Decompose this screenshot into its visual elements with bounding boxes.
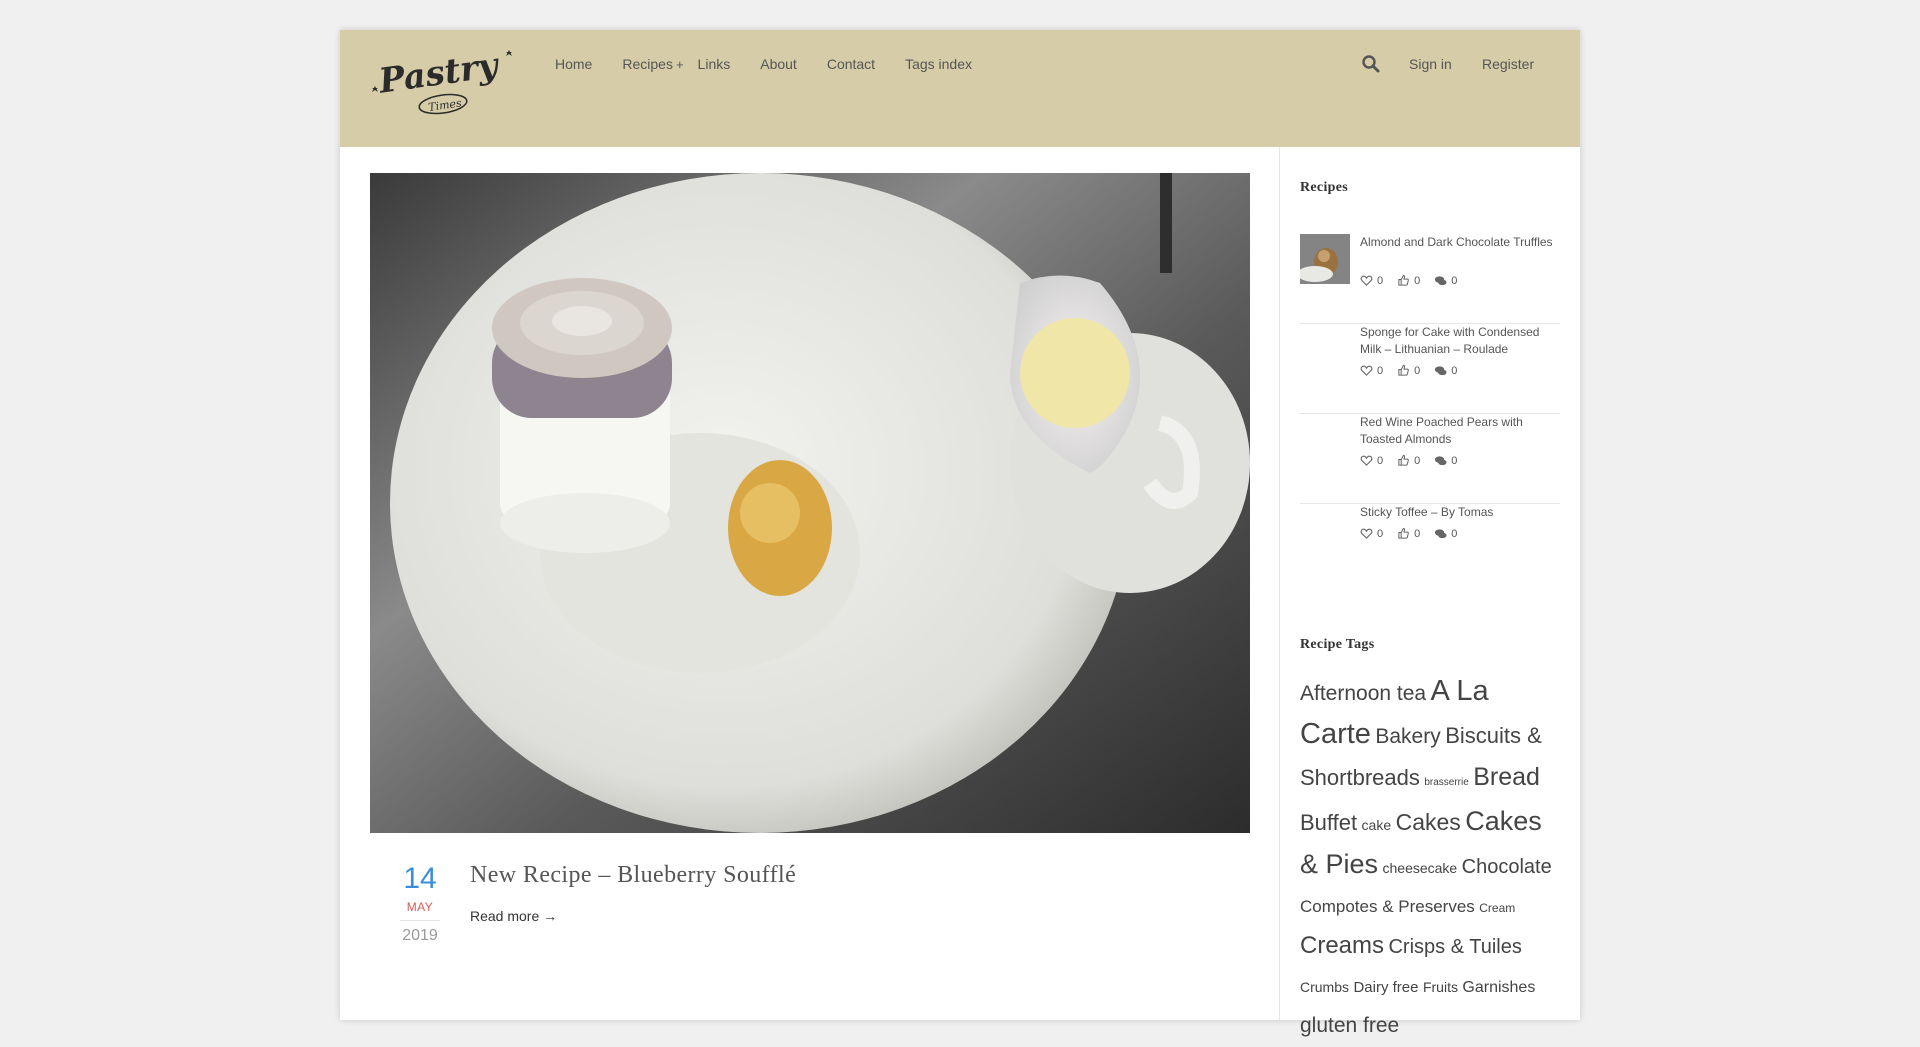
post-featured-image[interactable] bbox=[370, 173, 1250, 833]
post-title-link[interactable]: New Recipe – Blueberry Soufflé bbox=[470, 862, 796, 889]
likes-count: 0 bbox=[1377, 454, 1384, 467]
recipe-title-link[interactable]: Sponge for Cake with Condensed Milk – Li… bbox=[1360, 324, 1560, 358]
likes-count: 0 bbox=[1377, 364, 1384, 377]
tag-link[interactable]: Creams bbox=[1300, 932, 1384, 959]
tag-link[interactable]: Dairy free bbox=[1353, 979, 1418, 996]
thumbs-up-icon bbox=[1398, 364, 1409, 376]
tag-link[interactable]: Compotes & Preserves bbox=[1300, 897, 1475, 916]
truffles-photo-icon bbox=[1297, 234, 1350, 284]
comments-icon bbox=[1435, 366, 1447, 376]
thumbs-stat[interactable]: 0 bbox=[1397, 364, 1420, 377]
register-link[interactable]: Register bbox=[1482, 56, 1534, 72]
thumbs-count: 0 bbox=[1414, 274, 1421, 287]
tag-link[interactable]: Bread bbox=[1473, 763, 1540, 791]
comments-count: 0 bbox=[1451, 274, 1458, 287]
tag-link[interactable]: Cakes bbox=[1396, 809, 1461, 835]
page-container: Pastry Times Home Recipes + Links About C… bbox=[340, 30, 1580, 1037]
tag-link[interactable]: Crisps & Tuiles bbox=[1388, 936, 1521, 958]
nav-about[interactable]: About bbox=[760, 56, 797, 72]
svg-text:Times: Times bbox=[427, 96, 462, 114]
tag-link[interactable]: cake bbox=[1362, 817, 1392, 833]
svg-text:Pastry: Pastry bbox=[376, 45, 503, 102]
recipe-item: Almond and Dark Chocolate Truffles 0 0 0 bbox=[1297, 234, 1560, 324]
recipe-item: Red Wine Poached Pears with Toasted Almo… bbox=[1300, 414, 1560, 504]
recipe-stats: 0 0 0 bbox=[1360, 454, 1457, 467]
search-icon[interactable] bbox=[1361, 54, 1381, 74]
recipe-stats: 0 0 0 bbox=[1360, 364, 1457, 377]
tag-link[interactable]: Bakery bbox=[1375, 725, 1440, 748]
comments-stat[interactable]: 0 bbox=[1434, 454, 1457, 467]
thumbs-up-icon bbox=[1398, 527, 1409, 539]
recipe-stats: 0 0 0 bbox=[1360, 274, 1457, 287]
recipe-title-link[interactable]: Sticky Toffee – By Tomas bbox=[1360, 504, 1560, 521]
nav-tags-index[interactable]: Tags index bbox=[905, 56, 972, 72]
comments-icon bbox=[1435, 276, 1447, 286]
comments-stat[interactable]: 0 bbox=[1434, 274, 1457, 287]
recipes-widget-title: Recipes bbox=[1300, 180, 1348, 195]
post-date-month: MAY bbox=[406, 900, 434, 914]
pastry-times-logo-icon: Pastry Times bbox=[372, 45, 512, 115]
comments-count: 0 bbox=[1451, 364, 1458, 377]
likes-stat[interactable]: 0 bbox=[1360, 527, 1383, 540]
heart-icon bbox=[1360, 365, 1373, 376]
likes-count: 0 bbox=[1377, 527, 1384, 540]
tag-link[interactable]: Buffet bbox=[1300, 810, 1357, 835]
tag-link[interactable]: Afternoon tea bbox=[1300, 682, 1426, 705]
tag-link[interactable]: brasserrie bbox=[1424, 777, 1468, 788]
likes-stat[interactable]: 0 bbox=[1360, 454, 1383, 467]
nav-recipes-plus: + bbox=[675, 57, 684, 72]
read-more-link[interactable]: Read more → bbox=[470, 908, 557, 924]
nav-links[interactable]: Links bbox=[698, 56, 731, 72]
thumbs-stat[interactable]: 0 bbox=[1397, 527, 1420, 540]
nav-contact[interactable]: Contact bbox=[827, 56, 875, 72]
nav-recipes[interactable]: Recipes + bbox=[622, 56, 683, 72]
thumbs-stat[interactable]: 0 bbox=[1397, 274, 1420, 287]
tag-cloud: Afternoon tea A La Carte Bakery Biscuits… bbox=[1300, 672, 1560, 1047]
content-sidebar-divider bbox=[1279, 147, 1280, 1020]
thumbs-count: 0 bbox=[1414, 364, 1421, 377]
likes-stat[interactable]: 0 bbox=[1360, 364, 1383, 377]
post-date-year: 2019 bbox=[402, 927, 438, 944]
recipe-item: Sticky Toffee – By Tomas 0 0 0 bbox=[1300, 504, 1560, 593]
signin-link[interactable]: Sign in bbox=[1409, 56, 1452, 72]
souffle-photo-icon bbox=[370, 173, 1250, 833]
nav-home[interactable]: Home bbox=[555, 56, 592, 72]
thumbs-up-icon bbox=[1398, 274, 1409, 286]
thumbs-count: 0 bbox=[1414, 454, 1421, 467]
heart-icon bbox=[1360, 528, 1373, 539]
tag-link[interactable]: cheesecake bbox=[1383, 860, 1458, 876]
nav-recipes-label: Recipes bbox=[622, 56, 673, 72]
recipe-thumbnail[interactable] bbox=[1297, 234, 1350, 284]
recipe-stats: 0 0 0 bbox=[1360, 527, 1457, 540]
tag-link[interactable]: Garnishes bbox=[1462, 979, 1535, 996]
comments-icon bbox=[1435, 456, 1447, 466]
main-nav: Home Recipes + Links About Contact Tags i… bbox=[555, 56, 1002, 72]
tag-link[interactable]: gluten free bbox=[1300, 1014, 1399, 1037]
thumbs-count: 0 bbox=[1414, 527, 1421, 540]
recipe-title-link[interactable]: Almond and Dark Chocolate Truffles bbox=[1360, 234, 1560, 251]
comments-stat[interactable]: 0 bbox=[1434, 527, 1457, 540]
recipe-title-link[interactable]: Red Wine Poached Pears with Toasted Almo… bbox=[1360, 414, 1560, 448]
site-header: Pastry Times Home Recipes + Links About C… bbox=[340, 30, 1580, 147]
post-date-day: 14 bbox=[403, 862, 437, 895]
thumbs-stat[interactable]: 0 bbox=[1397, 454, 1420, 467]
comments-icon bbox=[1435, 529, 1447, 539]
site-logo[interactable]: Pastry Times bbox=[368, 42, 518, 122]
heart-icon bbox=[1360, 455, 1373, 466]
comments-stat[interactable]: 0 bbox=[1434, 364, 1457, 377]
tag-link[interactable]: Chocolate bbox=[1462, 856, 1552, 878]
tag-link[interactable]: Cream bbox=[1479, 901, 1515, 915]
post-date-divider bbox=[400, 920, 440, 921]
recipes-list: Almond and Dark Chocolate Truffles 0 0 0 bbox=[1297, 234, 1560, 593]
thumbs-up-icon bbox=[1398, 454, 1409, 466]
heart-icon bbox=[1360, 275, 1373, 286]
likes-stat[interactable]: 0 bbox=[1360, 274, 1383, 287]
comments-count: 0 bbox=[1451, 454, 1458, 467]
recipe-item: Sponge for Cake with Condensed Milk – Li… bbox=[1300, 324, 1560, 414]
comments-count: 0 bbox=[1451, 527, 1458, 540]
likes-count: 0 bbox=[1377, 274, 1384, 287]
post-date: 14 MAY 2019 bbox=[370, 862, 470, 945]
recipe-tags-title: Recipe Tags bbox=[1300, 637, 1375, 652]
